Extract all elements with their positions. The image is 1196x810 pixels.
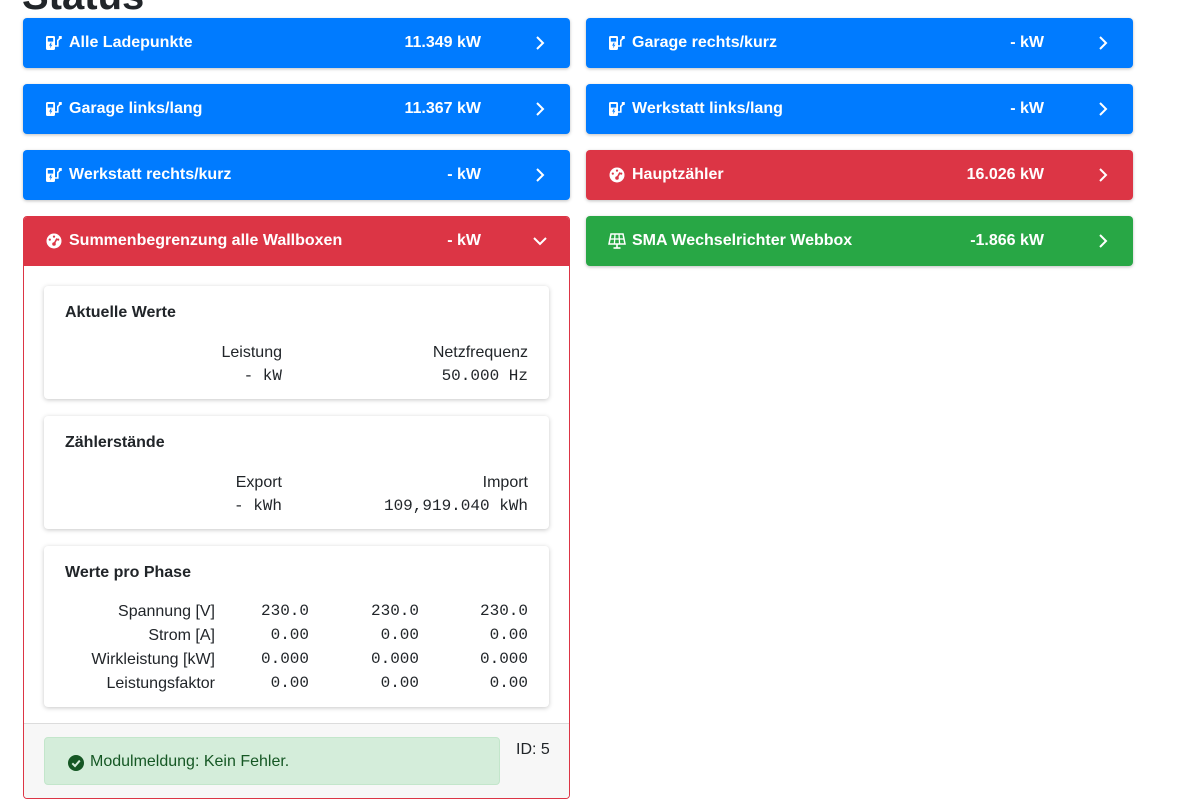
export-label: Export <box>235 474 282 491</box>
charging-station-icon <box>46 168 62 182</box>
card-value: - kW <box>447 166 481 183</box>
check-circle-icon <box>68 755 84 771</box>
chevron-right-icon <box>536 168 545 182</box>
card-name: Hauptzähler <box>632 166 724 183</box>
card-name: SMA Wechselrichter Webbox <box>632 232 853 249</box>
current-values-title: Aktuelle Werte <box>65 304 176 321</box>
charging-station-icon <box>609 36 625 50</box>
power-value: - kW <box>243 367 282 385</box>
chevron-right-icon <box>536 36 545 50</box>
current-values-card: Aktuelle Werte Leistung - kW Netzfrequen… <box>44 286 549 399</box>
card-werkstatt-rechts-kurz[interactable]: Werkstatt rechts/kurz - kW <box>23 150 570 200</box>
card-sma-wechselrichter[interactable]: SMA Wechselrichter Webbox -1.866 kW <box>586 216 1133 266</box>
card-hauptzaehler[interactable]: Hauptzähler 16.026 kW <box>586 150 1133 200</box>
export-value: - kWh <box>233 497 282 515</box>
card-name: Alle Ladepunkte <box>69 34 193 51</box>
chevron-right-icon <box>1099 36 1108 50</box>
card-name: Garage links/lang <box>69 100 203 117</box>
charging-station-icon <box>46 36 62 50</box>
phase-value: 230.0 <box>370 602 419 620</box>
meter-readings-title: Zählerstände <box>65 434 165 451</box>
card-value: 11.349 kW <box>404 34 482 51</box>
card-summenbegrenzung: Summenbegrenzung alle Wallboxen - kW Akt… <box>23 216 570 799</box>
import-value: 109,919.040 kWh <box>383 497 528 515</box>
phase-value: 0.00 <box>489 626 528 644</box>
chevron-right-icon <box>1099 168 1108 182</box>
card-value: 11.367 kW <box>404 100 482 117</box>
card-footer: Modulmeldung: Kein Fehler. ID: 5 <box>24 723 569 798</box>
phase-row-label: Spannung [V] <box>118 603 215 620</box>
card-value: 16.026 kW <box>966 166 1044 183</box>
module-id: ID: 5 <box>516 741 550 758</box>
card-name: Werkstatt rechts/kurz <box>69 166 232 183</box>
phase-row-label: Leistungsfaktor <box>106 675 215 692</box>
chevron-right-icon <box>1099 102 1108 116</box>
chevron-right-icon <box>536 102 545 116</box>
module-message-alert: Modulmeldung: Kein Fehler. <box>44 737 500 785</box>
phase-value: 230.0 <box>260 602 309 620</box>
card-werkstatt-links-lang[interactable]: Werkstatt links/lang - kW <box>586 84 1133 134</box>
card-name: Garage rechts/kurz <box>632 34 777 51</box>
frequency-label: Netzfrequenz <box>432 344 528 361</box>
card-name: Werkstatt links/lang <box>632 100 783 117</box>
chevron-right-icon <box>1099 234 1108 248</box>
import-label: Import <box>482 474 528 491</box>
chevron-down-icon <box>533 237 547 246</box>
frequency-value: 50.000 Hz <box>441 367 528 385</box>
phase-value: 0.000 <box>370 650 419 668</box>
tachometer-icon <box>46 233 62 249</box>
phase-value: 0.00 <box>489 674 528 692</box>
card-garage-rechts-kurz[interactable]: Garage rechts/kurz - kW <box>586 18 1133 68</box>
card-name: Summenbegrenzung alle Wallboxen <box>69 232 343 249</box>
solar-panel-icon <box>608 233 626 249</box>
charging-station-icon <box>46 102 62 116</box>
card-value: - kW <box>1010 34 1044 51</box>
phase-value: 0.00 <box>380 674 419 692</box>
card-summenbegrenzung-header[interactable]: Summenbegrenzung alle Wallboxen - kW <box>24 217 569 266</box>
module-message-text: Modulmeldung: Kein Fehler. <box>90 753 290 770</box>
phase-row-label: Wirkleistung [kW] <box>91 651 215 668</box>
charging-station-icon <box>609 102 625 116</box>
phase-value: 0.000 <box>479 650 528 668</box>
card-value: -1.866 kW <box>970 232 1044 249</box>
phase-value: 0.00 <box>270 674 309 692</box>
phase-value: 0.00 <box>270 626 309 644</box>
phase-row-label: Strom [A] <box>148 627 215 644</box>
card-value: - kW <box>1010 100 1044 117</box>
meter-readings-card: Zählerstände Export - kWh Import 109,919… <box>44 416 549 529</box>
page-title: Status <box>22 0 144 16</box>
phase-values-title: Werte pro Phase <box>65 564 191 581</box>
power-label: Leistung <box>221 344 283 361</box>
card-value: - kW <box>447 232 481 249</box>
phase-value: 230.0 <box>479 602 528 620</box>
tachometer-icon <box>609 167 625 183</box>
card-alle-ladepunkte[interactable]: Alle Ladepunkte 11.349 kW <box>23 18 570 68</box>
card-garage-links-lang[interactable]: Garage links/lang 11.367 kW <box>23 84 570 134</box>
phase-value: 0.00 <box>380 626 419 644</box>
phase-values-card: Werte pro Phase Spannung [V] 230.0 230.0… <box>44 546 549 707</box>
phase-value: 0.000 <box>260 650 309 668</box>
